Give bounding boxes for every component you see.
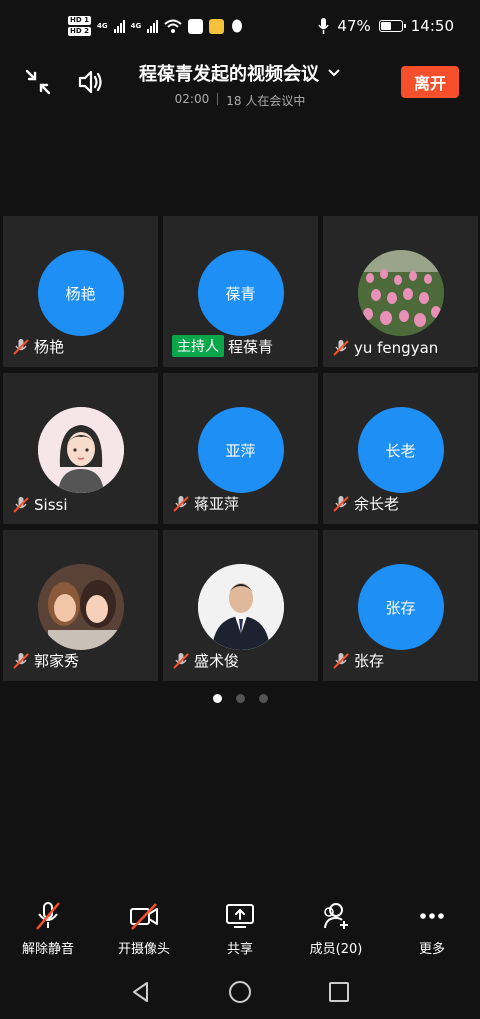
- weather-icon: [209, 18, 225, 34]
- clock: 14:50: [410, 17, 454, 35]
- participant-name: 张存: [354, 652, 385, 670]
- hd1-label: HD 1: [68, 16, 91, 25]
- participant-tile[interactable]: 杨艳 杨艳: [3, 216, 158, 367]
- wifi-icon: [164, 19, 182, 33]
- mic-muted-icon: [333, 495, 349, 512]
- avatar: 长老: [357, 407, 444, 493]
- page-dot-2[interactable]: [235, 694, 245, 703]
- share-label: 共享: [226, 942, 253, 957]
- camera-label: 开摄像头: [117, 942, 170, 957]
- participant-name: 蒋亚萍: [194, 495, 240, 513]
- avatar: 亚萍: [197, 407, 284, 493]
- hd2-label: HD 2: [68, 27, 91, 36]
- more-label: 更多: [418, 942, 445, 957]
- participant-tile[interactable]: 郭家秀: [3, 530, 158, 681]
- mic-muted-icon: [13, 497, 29, 513]
- cartoon-girl-avatar-image: [37, 407, 124, 493]
- chevron-down-icon: [328, 69, 340, 77]
- signal-icon: [113, 19, 125, 33]
- participant-tile[interactable]: yu fengyan: [323, 216, 478, 367]
- avatar-initials: 张存: [385, 598, 416, 617]
- participant-name: 余长老: [354, 495, 400, 513]
- selfie-avatar-image: [37, 564, 124, 650]
- avatar: 葆青: [197, 250, 284, 336]
- meeting-duration: 02:00: [174, 92, 210, 106]
- battery-icon: [378, 20, 406, 32]
- status-bar: HD 1 HD 2 4G 4G 47% 14:50: [0, 0, 480, 52]
- mic-muted-icon: [13, 652, 29, 669]
- participant-name: 郭家秀: [34, 652, 80, 670]
- tulips-avatar-image: [357, 250, 444, 336]
- unmute-button[interactable]: 解除静音: [0, 886, 96, 964]
- mic-muted-icon: [333, 340, 349, 356]
- share-button[interactable]: 共享: [192, 886, 288, 964]
- participant-name: Sissi: [34, 496, 68, 514]
- system-nav-bar: [0, 964, 480, 1019]
- speaker-icon: [78, 70, 102, 94]
- speaker-button[interactable]: [72, 64, 108, 100]
- avatar-initials: 葆青: [225, 284, 256, 303]
- participant-count: 18 人在会议中: [226, 94, 306, 108]
- participant-name: 杨艳: [34, 338, 65, 356]
- participant-tile[interactable]: 长老 余长老: [323, 373, 478, 524]
- host-badge: 主持人: [172, 335, 224, 357]
- more-button[interactable]: 更多: [384, 886, 480, 964]
- participant-tile[interactable]: 张存 张存: [323, 530, 478, 681]
- minimize-button[interactable]: [20, 64, 56, 100]
- participant-grid: 杨艳 杨艳 葆青 主持人 程葆青 yu fengyan Sissi 亚萍 蒋亚萍…: [3, 216, 478, 681]
- avatar-initials: 长老: [385, 441, 416, 460]
- qq-icon: [232, 19, 243, 32]
- participant-tile[interactable]: Sissi: [3, 373, 158, 524]
- participant-tile[interactable]: 盛术俊: [163, 530, 318, 681]
- mic-muted-icon: [173, 495, 189, 512]
- participant-tile[interactable]: 葆青 主持人 程葆青: [163, 216, 318, 367]
- avatar: 杨艳: [37, 250, 124, 336]
- avatar: 张存: [357, 564, 444, 650]
- signal-icon-2: [147, 19, 159, 33]
- app-notification-icon: [188, 18, 204, 34]
- network-type-1: 4G: [96, 22, 108, 30]
- minimize-arrows-icon: [25, 69, 51, 95]
- share-screen-icon: [226, 904, 254, 928]
- camera-button[interactable]: 开摄像头: [96, 886, 192, 964]
- meeting-toolbar: 解除静音 开摄像头 共享 成员(20) 更多: [0, 886, 480, 964]
- leave-button[interactable]: 离开: [401, 66, 459, 98]
- mic-off-icon: [36, 902, 60, 930]
- page-dot-1[interactable]: [212, 694, 222, 703]
- members-button[interactable]: 成员(20): [288, 886, 384, 964]
- meeting-title: 程葆青发起的视频会议: [139, 64, 319, 85]
- participant-name: yu fengyan: [354, 339, 439, 357]
- home-icon[interactable]: [228, 980, 252, 1004]
- members-label: 成员(20): [309, 942, 363, 957]
- meeting-title-area[interactable]: 程葆青发起的视频会议 02:00 18 人在会议中: [110, 60, 370, 109]
- participant-name: 程葆青: [228, 337, 274, 356]
- back-icon[interactable]: [130, 981, 152, 1003]
- meeting-header: 程葆青发起的视频会议 02:00 18 人在会议中 离开: [0, 52, 480, 116]
- hd-indicator: HD 1 HD 2: [68, 15, 91, 37]
- microphone-status-icon: [318, 18, 330, 34]
- suit-portrait-avatar-image: [197, 564, 284, 650]
- mic-muted-icon: [173, 652, 189, 669]
- page-dot-3[interactable]: [258, 694, 268, 703]
- more-dots-icon: [420, 913, 444, 919]
- recents-icon[interactable]: [328, 981, 350, 1003]
- page-indicator[interactable]: [0, 694, 480, 703]
- camera-off-icon: [130, 903, 158, 930]
- participant-tile[interactable]: 亚萍 蒋亚萍: [163, 373, 318, 524]
- participant-name: 盛术俊: [194, 652, 240, 670]
- mic-muted-icon: [13, 338, 29, 355]
- mic-muted-icon: [333, 652, 349, 669]
- divider: [217, 93, 219, 105]
- network-type-2: 4G: [130, 22, 142, 30]
- battery-percent: 47%: [337, 17, 371, 35]
- avatar-initials: 亚萍: [225, 441, 256, 460]
- members-icon: [324, 903, 348, 929]
- unmute-label: 解除静音: [21, 942, 74, 957]
- avatar-initials: 杨艳: [65, 284, 96, 303]
